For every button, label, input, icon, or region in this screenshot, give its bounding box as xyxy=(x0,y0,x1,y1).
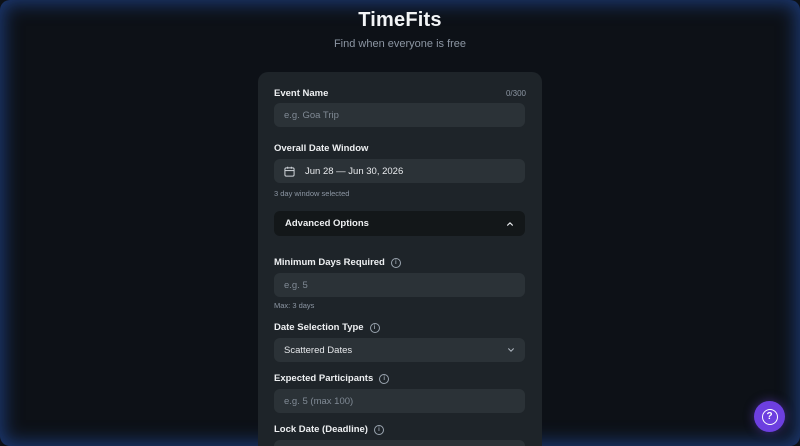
participants-label-text: Expected Participants xyxy=(274,373,374,384)
participants-input[interactable] xyxy=(274,389,525,413)
min-days-input[interactable] xyxy=(274,273,525,297)
lock-date-input[interactable] xyxy=(274,440,525,446)
min-days-hint: Max: 3 days xyxy=(274,301,315,310)
help-button[interactable]: ? xyxy=(754,401,785,432)
date-window-picker[interactable]: Jun 28 — Jun 30, 2026 xyxy=(274,159,525,183)
page: TimeFits Find when everyone is free Even… xyxy=(0,0,800,446)
info-icon[interactable]: i xyxy=(379,373,390,384)
chevron-down-icon xyxy=(508,348,514,352)
event-form-card: Event Name 0/300 Overall Date Window Jun… xyxy=(258,72,542,446)
chevron-up-icon xyxy=(507,221,513,226)
date-selection-type-select[interactable]: Scattered Dates xyxy=(274,338,525,362)
min-days-label-text: Minimum Days Required xyxy=(274,257,385,268)
event-name-label: Event Name xyxy=(274,88,328,99)
info-icon[interactable]: i xyxy=(390,257,401,268)
date-window-hint: 3 day window selected xyxy=(274,189,350,198)
event-name-label-text: Event Name xyxy=(274,88,329,99)
app-title: TimeFits xyxy=(358,9,442,31)
date-selection-type-label-text: Date Selection Type xyxy=(274,322,364,333)
date-window-label-text: Overall Date Window xyxy=(274,143,369,154)
date-window-value: Jun 28 — Jun 30, 2026 xyxy=(305,165,404,177)
lock-date-label: Lock Date (Deadline) i xyxy=(274,424,384,435)
date-selection-type-value: Scattered Dates xyxy=(284,344,353,356)
participants-label: Expected Participants i xyxy=(274,373,390,384)
advanced-options-label: Advanced Options xyxy=(285,218,369,229)
date-selection-type-label: Date Selection Type i xyxy=(274,322,380,333)
advanced-options-toggle[interactable]: Advanced Options xyxy=(274,211,525,236)
event-name-input[interactable] xyxy=(274,103,525,127)
help-icon: ? xyxy=(761,408,778,425)
info-icon[interactable]: i xyxy=(373,424,384,435)
lock-date-label-text: Lock Date (Deadline) xyxy=(274,424,368,435)
event-name-counter: 0/300 xyxy=(505,89,526,98)
app-subtitle: Find when everyone is free xyxy=(333,38,467,50)
calendar-icon xyxy=(284,166,295,177)
info-icon[interactable]: i xyxy=(369,322,380,333)
min-days-label: Minimum Days Required i xyxy=(274,257,401,268)
date-window-label: Overall Date Window xyxy=(274,143,368,154)
